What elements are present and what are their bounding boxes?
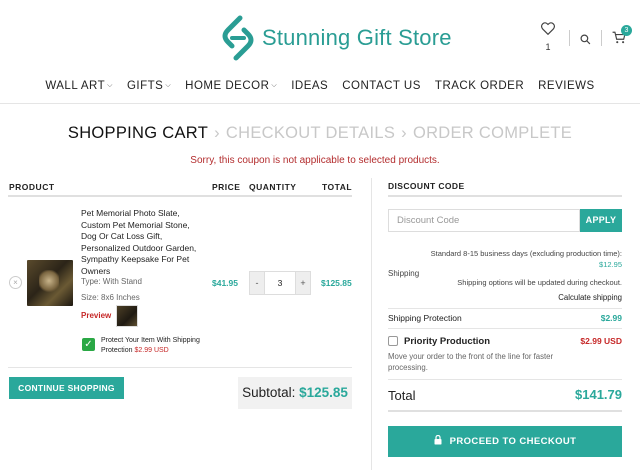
lock-icon	[434, 435, 442, 445]
search-button[interactable]	[580, 32, 591, 50]
main-nav: WALL ART ⌵ GIFTS ⌵ HOME DECOR ⌵ IDEAS CONTA…	[0, 80, 640, 92]
shipping-standard-text: Standard 8-15 business days (excluding p…	[430, 249, 622, 258]
chevron-down-icon: ⌵	[107, 82, 113, 89]
summary-divider	[388, 308, 622, 309]
discount-divider	[388, 195, 622, 197]
quantity-increase-button[interactable]: +	[295, 271, 311, 295]
subtotal-label: Subtotal:	[242, 385, 296, 400]
nav-label: HOME DECOR	[185, 80, 270, 92]
shipping-protection-row-label: Shipping Protection	[388, 313, 462, 323]
proceed-to-checkout-button[interactable]: PROCEED TO CHECKOUT	[388, 426, 622, 457]
column-divider	[371, 178, 372, 470]
cart-subtotal: Subtotal: $125.85	[238, 377, 352, 409]
close-icon: ×	[13, 278, 18, 287]
apply-coupon-button[interactable]: APPLY	[580, 209, 622, 232]
item-price: $41.95	[212, 278, 238, 288]
table-header-divider	[8, 195, 352, 197]
step-order-complete: ORDER COMPLETE	[412, 124, 573, 142]
step-checkout-details[interactable]: CHECKOUT DETAILS	[226, 124, 395, 142]
checkout-steps: SHOPPING CART › CHECKOUT DETAILS › ORDER COM…	[0, 124, 640, 143]
step-shopping-cart[interactable]: SHOPPING CART	[68, 124, 208, 142]
product-thumbnail[interactable]	[27, 260, 73, 306]
column-header-price: PRICE	[212, 182, 241, 192]
continue-shopping-button[interactable]: CONTINUE SHOPPING	[9, 377, 124, 399]
search-icon	[580, 34, 591, 45]
product-variant-type: Type: With Stand	[81, 277, 142, 286]
nav-label: GIFTS	[126, 80, 164, 92]
priority-production-checkbox[interactable]	[388, 336, 398, 346]
chevron-down-icon: ⌵	[165, 82, 172, 89]
wishlist-button[interactable]: 1	[537, 22, 559, 52]
quantity-stepper: - 3 +	[249, 271, 311, 295]
priority-production-desc: Move your order to the front of the line…	[388, 352, 554, 372]
order-total-value: $141.79	[575, 387, 622, 402]
nav-ideas[interactable]: IDEAS	[291, 80, 328, 92]
coupon-error-notice: Sorry, this coupon is not applicable to …	[190, 155, 440, 166]
product-variant-size: Size: 8x6 Inches	[81, 293, 140, 302]
shipping-standard-option: Standard 8-15 business days (excluding p…	[430, 249, 622, 270]
column-header-quantity: QUANTITY	[249, 182, 297, 192]
column-header-product: PRODUCT	[9, 182, 55, 192]
summary-divider	[388, 379, 622, 380]
row-divider	[8, 367, 352, 368]
nav-reviews[interactable]: REVIEWS	[538, 80, 595, 92]
discount-code-input[interactable]: Discount Code	[388, 209, 580, 232]
order-total-label: Total	[388, 388, 416, 403]
column-header-total: TOTAL	[322, 182, 353, 192]
quantity-decrease-button[interactable]: -	[249, 271, 265, 295]
checkmark-icon: ✓	[84, 339, 93, 350]
cart-count-badge: 3	[621, 25, 632, 36]
summary-divider	[388, 328, 622, 329]
shipping-label: Shipping	[388, 269, 420, 278]
nav-home-decor[interactable]: HOME DECOR ⌵	[185, 80, 277, 92]
wishlist-count: 1	[545, 42, 551, 52]
header-divider	[601, 30, 602, 46]
item-total: $125.85	[321, 278, 352, 288]
header-divider	[569, 30, 570, 46]
chevron-right-icon: ›	[401, 124, 407, 142]
shipping-note: Shipping options will be updated during …	[457, 278, 622, 287]
chevron-right-icon: ›	[214, 124, 220, 142]
priority-production-price: $2.99 USD	[580, 336, 622, 346]
store-name: Stunning Gift Store	[262, 25, 452, 50]
nav-track-order[interactable]: TRACK ORDER	[435, 80, 524, 92]
logo-mark-icon	[222, 15, 254, 61]
shipping-protection-row-value: $2.99	[600, 313, 622, 323]
nav-label: CONTACT US	[342, 80, 421, 92]
chevron-down-icon: ⌵	[271, 82, 278, 89]
preview-thumbnail[interactable]	[116, 305, 138, 327]
header-divider-line	[0, 103, 640, 104]
store-logo[interactable]: Stunning Gift Store	[218, 14, 452, 62]
nav-wall-art[interactable]: WALL ART ⌵	[45, 80, 113, 92]
checkout-label: PROCEED TO CHECKOUT	[449, 436, 577, 447]
priority-production-label[interactable]: Priority Production	[404, 336, 490, 347]
nav-label: TRACK ORDER	[434, 80, 525, 92]
cart-button[interactable]: 3	[612, 25, 632, 49]
quantity-input[interactable]: 3	[265, 271, 295, 295]
nav-label: REVIEWS	[538, 80, 595, 92]
nav-contact-us[interactable]: CONTACT US	[342, 80, 421, 92]
preview-label: Preview	[81, 311, 112, 320]
total-divider	[388, 410, 622, 412]
subtotal-value: $125.85	[299, 385, 348, 400]
remove-item-button[interactable]: ×	[9, 276, 22, 289]
calculate-shipping-link[interactable]: Calculate shipping	[500, 293, 622, 302]
protect-price: $2.99 USD	[134, 346, 169, 354]
shipping-protection-checkbox[interactable]: ✓	[82, 338, 95, 351]
nav-label: WALL ART	[45, 80, 106, 92]
discount-code-title: DISCOUNT CODE	[388, 181, 465, 191]
nav-gifts[interactable]: GIFTS ⌵	[127, 80, 171, 92]
heart-icon	[541, 22, 555, 36]
product-name-link[interactable]: Pet Memorial Photo Slate, Custom Pet Mem…	[81, 208, 203, 278]
shipping-protection-label: Protect Your Item With Shipping Protecti…	[101, 336, 211, 355]
shipping-standard-price: $12.95	[599, 259, 622, 269]
nav-label: IDEAS	[291, 80, 329, 92]
